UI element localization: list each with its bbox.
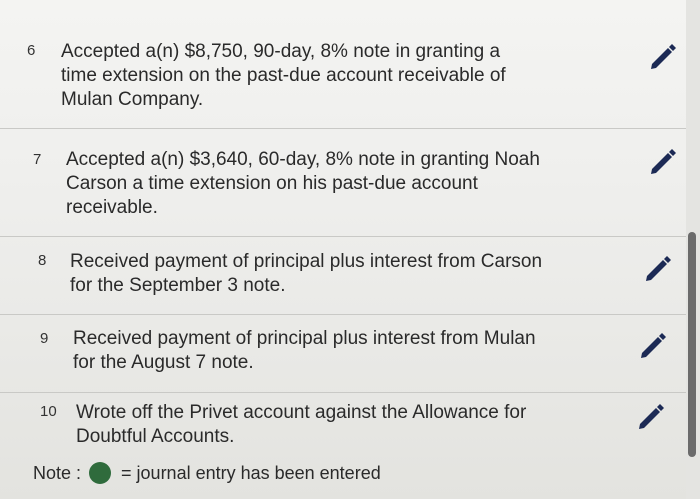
scrollbar[interactable] xyxy=(686,0,700,499)
transaction-number: 6 xyxy=(27,42,36,59)
transaction-number: 10 xyxy=(40,403,57,420)
note-text: = journal entry has been entered xyxy=(121,462,381,483)
scrollbar-thumb[interactable] xyxy=(688,232,696,457)
transaction-description: Received payment of principal plus inter… xyxy=(73,328,536,373)
note-label: Note : xyxy=(33,462,82,483)
legend-note: Note : = journal entry has been entered xyxy=(33,462,381,484)
edit-entry-button[interactable] xyxy=(646,38,680,72)
list-item: 6 Accepted a(n) $8,750, 90-day, 8% note … xyxy=(0,0,686,129)
list-item: 9 Received payment of principal plus int… xyxy=(0,315,686,393)
edit-entry-button[interactable] xyxy=(646,143,680,177)
transaction-number: 9 xyxy=(40,330,49,347)
transaction-number: 7 xyxy=(33,151,42,168)
transaction-number: 8 xyxy=(38,252,47,269)
edit-entry-button[interactable] xyxy=(636,327,670,361)
entered-status-dot xyxy=(89,462,112,484)
pencil-icon xyxy=(651,149,676,174)
pencil-icon xyxy=(641,333,666,358)
pencil-icon xyxy=(639,404,664,429)
transaction-description: Received payment of principal plus inter… xyxy=(70,251,543,296)
edit-entry-button[interactable] xyxy=(641,250,675,284)
edit-entry-button[interactable] xyxy=(634,398,668,432)
transaction-description: Accepted a(n) $3,640, 60-day, 8% note in… xyxy=(66,149,540,218)
list-item: 8 Received payment of principal plus int… xyxy=(0,237,686,315)
transaction-description: Wrote off the Privet account against the… xyxy=(76,402,527,447)
transaction-description: Accepted a(n) $8,750, 90-day, 8% note in… xyxy=(61,41,506,110)
pencil-icon xyxy=(646,256,671,281)
list-item: 10 Wrote off the Privet account against … xyxy=(0,393,686,457)
pencil-icon xyxy=(651,44,676,69)
list-item: 7 Accepted a(n) $3,640, 60-day, 8% note … xyxy=(0,129,686,237)
transaction-list: 6 Accepted a(n) $8,750, 90-day, 8% note … xyxy=(0,0,700,499)
